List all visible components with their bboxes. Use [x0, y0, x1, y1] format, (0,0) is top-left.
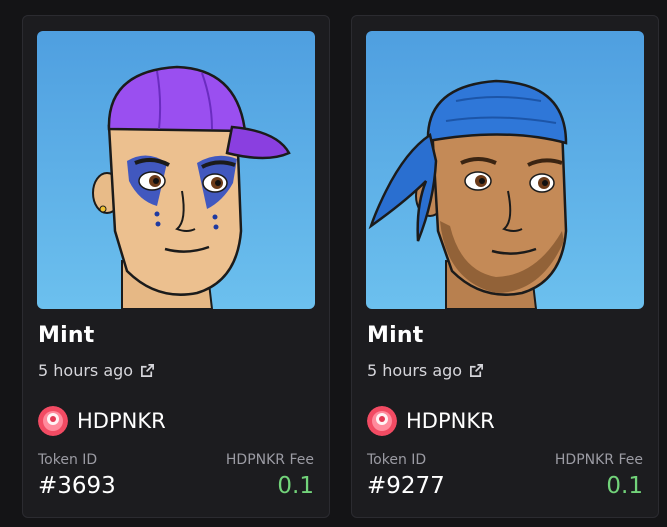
nft-artwork[interactable]: [37, 31, 315, 309]
token-id-value: #3693: [38, 473, 116, 499]
nft-artwork[interactable]: [366, 31, 644, 309]
fee-label: HDPNKR Fee: [225, 452, 314, 468]
activity-card-1[interactable]: Mint 5 hours ago HDPNKR Token ID HDPNKR …: [22, 15, 330, 518]
activity-title: Mint: [38, 323, 95, 348]
external-link-icon[interactable]: [469, 363, 484, 378]
timestamp-row: 5 hours ago: [38, 361, 155, 380]
collection-link[interactable]: HDPNKR: [367, 406, 495, 436]
activity-title: Mint: [367, 323, 424, 348]
collection-name: HDPNKR: [406, 409, 495, 433]
nft-image-blue-bandana: [366, 31, 644, 309]
external-link-icon[interactable]: [140, 363, 155, 378]
timestamp-row: 5 hours ago: [367, 361, 484, 380]
collection-link[interactable]: HDPNKR: [38, 406, 166, 436]
fee-label: HDPNKR Fee: [554, 452, 643, 468]
token-id-label: Token ID: [367, 452, 427, 468]
token-id-label: Token ID: [38, 452, 98, 468]
timestamp: 5 hours ago: [367, 361, 463, 380]
collection-name: HDPNKR: [77, 409, 166, 433]
collection-avatar: [367, 406, 397, 436]
fee-value: 0.1: [277, 473, 314, 499]
nft-image-purple-cap: [37, 31, 315, 309]
collection-avatar: [38, 406, 68, 436]
timestamp: 5 hours ago: [38, 361, 134, 380]
fee-value: 0.1: [606, 473, 643, 499]
activity-card-2[interactable]: Mint 5 hours ago HDPNKR Token ID HDPNKR …: [351, 15, 659, 518]
token-id-value: #9277: [367, 473, 445, 499]
